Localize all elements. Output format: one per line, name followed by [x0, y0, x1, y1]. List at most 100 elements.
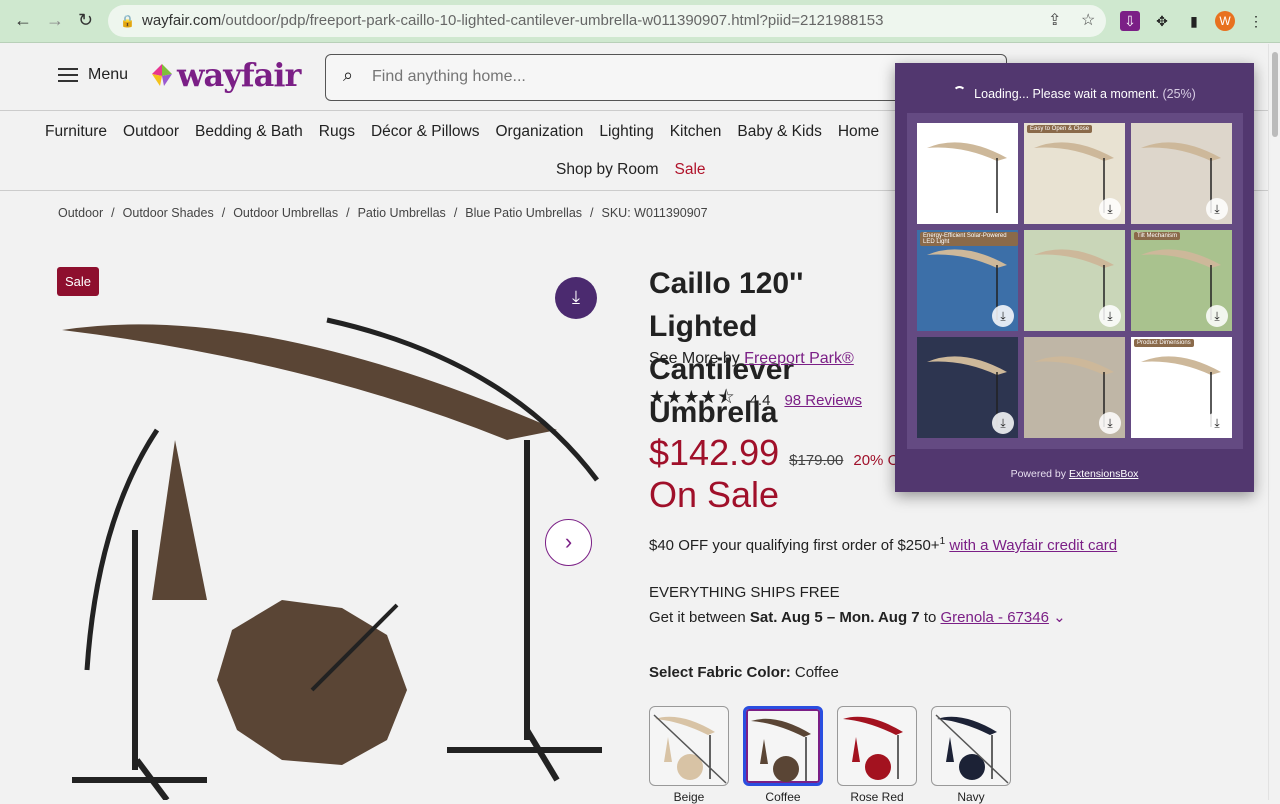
credit-card-promo: $40 OFF your qualifying first order of $… [649, 536, 1118, 554]
swatch-label: Navy [957, 790, 985, 804]
download-icon[interactable]: ⤓ [1099, 305, 1121, 327]
download-icon[interactable]: ⤓ [1206, 412, 1228, 434]
page-scrollbar[interactable] [1268, 44, 1280, 800]
nav-kitchen[interactable]: Kitchen [670, 123, 722, 141]
logo-mark-icon [152, 64, 172, 86]
swatch-image [751, 718, 811, 782]
breadcrumb-item[interactable]: Patio Umbrellas [358, 206, 446, 220]
breadcrumb-item[interactable]: Outdoor [58, 206, 103, 220]
image-grid: Easy to Open & Close ⤓ ⤓ Energy-Efficient S… [907, 113, 1243, 449]
image-thumbnail[interactable] [917, 123, 1018, 224]
sidepanel-icon[interactable]: ▮ [1184, 11, 1204, 31]
share-icon[interactable]: ⇪ [1048, 5, 1061, 37]
download-icon[interactable]: ⤓ [1099, 198, 1121, 220]
profile-avatar[interactable]: W [1215, 11, 1235, 31]
extensionsbox-link[interactable]: ExtensionsBox [1069, 468, 1138, 480]
browser-toolbar: ← → ↻ 🔒 wayfair.com/outdoor/pdp/freeport… [0, 0, 1280, 43]
color-swatch[interactable] [931, 706, 1011, 786]
download-image-button[interactable]: ⤓ [555, 277, 597, 319]
color-swatch[interactable] [837, 706, 917, 786]
nav-rugs[interactable]: Rugs [319, 123, 355, 141]
image-thumbnail[interactable]: ⤓ [1024, 230, 1125, 331]
thumbnail-caption: Tilt Mechanism [1134, 232, 1181, 240]
nav-bedding-bath[interactable]: Bedding & Bath [195, 123, 303, 141]
location-link[interactable]: Grenola - 67346 [941, 609, 1049, 626]
price-block: $142.99 $179.00 20% Off [649, 432, 907, 474]
address-bar[interactable]: 🔒 wayfair.com/outdoor/pdp/freeport-park-… [108, 5, 1106, 37]
back-icon[interactable]: ← [14, 10, 32, 31]
fabric-color-label: Select Fabric Color: Coffee [649, 664, 839, 681]
credit-card-link[interactable]: with a Wayfair credit card [949, 537, 1117, 554]
download-icon[interactable]: ⤓ [1206, 198, 1228, 220]
thumbnail-caption: Easy to Open & Close [1027, 125, 1093, 133]
powered-by: Powered by ExtensionsBox [1010, 468, 1139, 480]
download-icon: ⤓ [572, 287, 580, 307]
color-swatches: Beige Coffee Rose Red Navy [649, 706, 1011, 804]
image-downloader-popup: Loading... Please wait a moment. (25%) E… [895, 63, 1254, 492]
more-menu-icon[interactable]: ⋮ [1246, 11, 1266, 31]
swatch-label: Beige [673, 790, 705, 804]
search-input[interactable] [372, 68, 972, 86]
thumbnail-caption: Product Dimensions [1134, 339, 1194, 347]
original-price: $179.00 [789, 452, 844, 469]
hamburger-icon [58, 68, 78, 82]
nav-organization[interactable]: Organization [496, 123, 584, 141]
image-thumbnail[interactable]: Tilt Mechanism ⤓ [1131, 230, 1232, 331]
rating-value: 4.4 [749, 391, 771, 409]
image-thumbnail[interactable]: ⤓ [917, 337, 1018, 438]
on-sale-label: On Sale [649, 474, 780, 515]
nav-home[interactable]: Home [838, 123, 879, 141]
nav-outdoor[interactable]: Outdoor [123, 123, 179, 141]
forward-icon[interactable]: → [46, 10, 64, 31]
download-icon[interactable]: ⤓ [992, 412, 1014, 434]
reviews-link[interactable]: 98 Reviews [784, 392, 862, 409]
product-main-image[interactable] [57, 300, 617, 800]
swatch-label: Rose Red [850, 790, 904, 804]
nav-lighting[interactable]: Lighting [599, 123, 653, 141]
loading-status: Loading... Please wait a moment. (25%) [895, 86, 1254, 101]
swatch-image [935, 714, 1009, 784]
menu-button[interactable]: Menu [58, 66, 128, 84]
chevron-down-icon[interactable]: ⌄ [1053, 609, 1066, 626]
swatch-image [653, 714, 727, 784]
nav-shop-by-room[interactable]: Shop by Room [556, 161, 659, 179]
nav-sale[interactable]: Sale [675, 161, 706, 179]
download-icon[interactable]: ⤓ [992, 305, 1014, 327]
see-more-brand: See More by Freeport Park® [649, 350, 854, 367]
spinner-icon [953, 86, 967, 99]
image-thumbnail[interactable]: ⤓ [1024, 337, 1125, 438]
image-thumbnail[interactable]: ⤓ [1131, 123, 1232, 224]
rating: ★★★★⯪ 4.4 98 Reviews [649, 385, 862, 415]
reload-icon[interactable]: ↻ [78, 10, 93, 31]
breadcrumb-item[interactable]: Outdoor Shades [123, 206, 214, 220]
color-swatch[interactable] [649, 706, 729, 786]
image-thumbnail[interactable]: Product Dimensions ⤓ [1131, 337, 1232, 438]
brand-link[interactable]: Freeport Park® [744, 350, 854, 367]
breadcrumb-item[interactable]: Blue Patio Umbrellas [465, 206, 582, 220]
search-icon: ⌕ [343, 65, 354, 85]
image-thumbnail[interactable]: Energy-Efficient Solar-Powered LED Light… [917, 230, 1018, 331]
image-thumbnail[interactable]: Easy to Open & Close ⤓ [1024, 123, 1125, 224]
nav-decor-pillows[interactable]: Décor & Pillows [371, 123, 480, 141]
chevron-right-icon: › [564, 529, 573, 554]
star-rating-icons: ★★★★⯪ [649, 387, 736, 407]
bookmark-star-icon[interactable]: ☆ [1081, 5, 1095, 37]
next-image-button[interactable]: › [545, 519, 592, 566]
breadcrumb-item[interactable]: Outdoor Umbrellas [233, 206, 338, 220]
breadcrumb: Outdoor / Outdoor Shades / Outdoor Umbrell… [58, 206, 708, 220]
sale-price: $142.99 [649, 432, 780, 473]
sale-badge: Sale [57, 267, 100, 296]
download-icon[interactable]: ⤓ [1099, 412, 1121, 434]
swatch-label: Coffee [765, 790, 801, 804]
free-shipping-text: EVERYTHING SHIPS FREE [649, 584, 840, 601]
nav-furniture[interactable]: Furniture [45, 123, 107, 141]
extensions-puzzle-icon[interactable]: ✥ [1152, 11, 1172, 31]
download-icon[interactable]: ⤓ [1206, 305, 1228, 327]
nav-baby-kids[interactable]: Baby & Kids [737, 123, 821, 141]
thumbnail-caption: Energy-Efficient Solar-Powered LED Light [920, 232, 1018, 246]
color-swatch[interactable] [743, 706, 823, 786]
sku-text: SKU: W011390907 [601, 206, 708, 220]
lock-icon: 🔒 [120, 14, 135, 28]
wayfair-logo[interactable]: wayfair [150, 56, 301, 94]
extension-download-icon[interactable]: ⇩ [1120, 11, 1140, 31]
